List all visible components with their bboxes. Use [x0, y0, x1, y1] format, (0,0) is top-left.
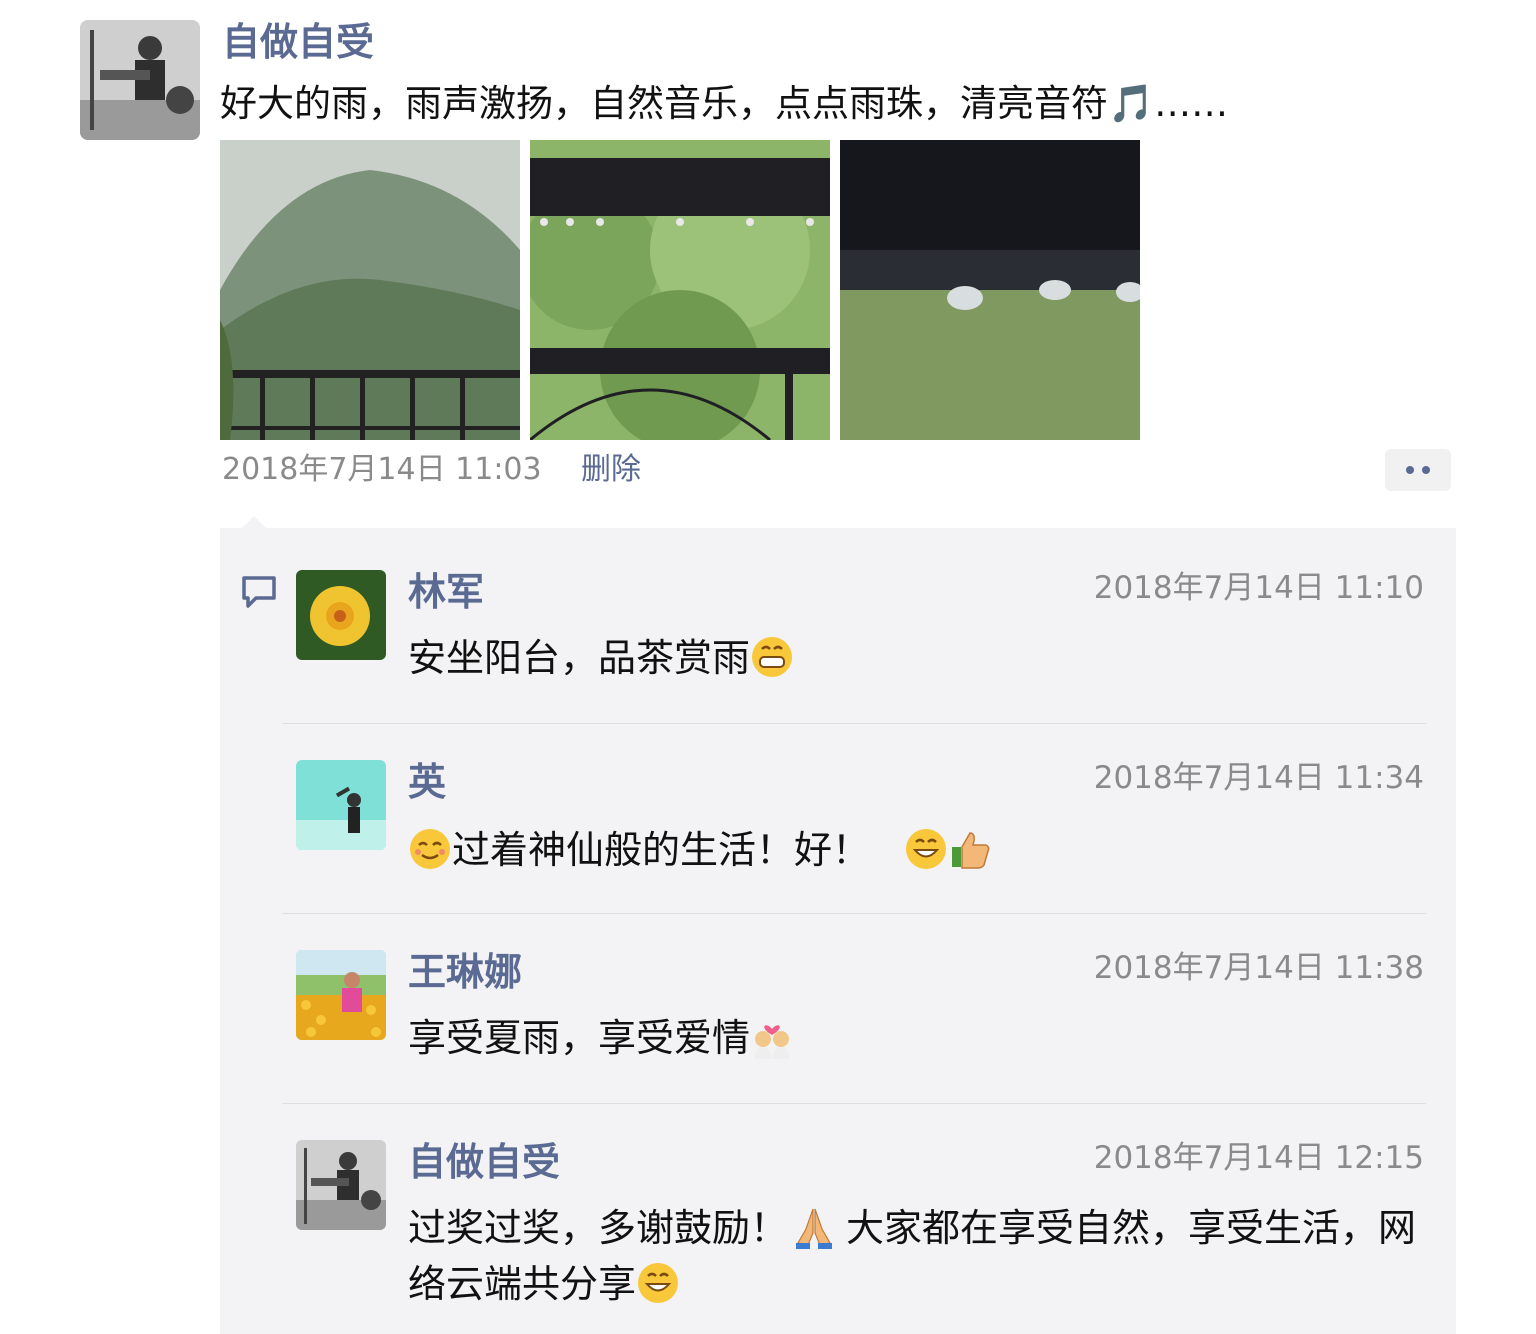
- comment-divider: [282, 1103, 1426, 1104]
- grin-icon: [752, 637, 793, 677]
- comment-text: 享受夏雨，享受爱情: [408, 1010, 1428, 1066]
- smile-icon: [638, 1263, 679, 1303]
- comment-author[interactable]: 英: [408, 758, 446, 806]
- comment-text-content: 安坐阳台，品茶赏雨: [408, 636, 751, 680]
- smile-icon: [906, 829, 947, 869]
- comment-timestamp: 2018年7月14日 11:10: [1093, 570, 1424, 606]
- comment-divider: [282, 913, 1426, 914]
- dot-icon: [1422, 466, 1430, 474]
- comment-author[interactable]: 林军: [408, 568, 484, 616]
- post-text: 好大的雨，雨声激扬，自然音乐，点点雨珠，清亮音符🎵……: [220, 82, 1229, 125]
- avatar-linjun[interactable]: [296, 570, 386, 660]
- comment-author[interactable]: 自做自受: [408, 1138, 560, 1186]
- photo-balcony-drops[interactable]: [530, 140, 830, 440]
- comment-author[interactable]: 王琳娜: [408, 948, 522, 996]
- relieved-icon: [410, 829, 450, 869]
- avatar-wanglinna[interactable]: [296, 950, 386, 1040]
- dot-icon: [1406, 466, 1414, 474]
- comment-text-content: 过着神仙般的生活！好！: [452, 828, 871, 872]
- comment-text: 过奖过奖，多谢鼓励！ 大家都在享受自然，享受生活，网络云端共分享: [408, 1200, 1428, 1312]
- comment-timestamp: 2018年7月14日 11:34: [1093, 760, 1424, 796]
- comment-divider: [282, 723, 1426, 724]
- comment-text: 过着神仙般的生活！好！: [408, 822, 1428, 878]
- author-avatar[interactable]: [80, 20, 200, 140]
- comment-text: 安坐阳台，品茶赏雨: [408, 630, 1428, 686]
- comment-timestamp: 2018年7月14日 11:38: [1093, 950, 1424, 986]
- photo-raindrops-closeup[interactable]: [840, 140, 1140, 440]
- couple-heart-icon: [755, 1025, 790, 1059]
- avatar-ying[interactable]: [296, 760, 386, 850]
- photo-misty-mountain[interactable]: [220, 140, 520, 440]
- pray-icon: [796, 1208, 833, 1249]
- thumbs-up-icon: [952, 832, 990, 869]
- post-timestamp: 2018年7月14日 11:03: [222, 452, 542, 487]
- comment-timestamp: 2018年7月14日 12:15: [1093, 1140, 1424, 1176]
- comment-text-part1: 过奖过奖，多谢鼓励！: [408, 1206, 789, 1250]
- comment-bubble-icon: [240, 574, 278, 610]
- more-options-button[interactable]: [1385, 449, 1451, 491]
- post-author-name[interactable]: 自做自受: [222, 16, 374, 68]
- comment-text-content: 享受夏雨，享受爱情: [408, 1016, 751, 1060]
- avatar-zizuozishou[interactable]: [296, 1140, 386, 1230]
- delete-link[interactable]: 删除: [581, 448, 641, 492]
